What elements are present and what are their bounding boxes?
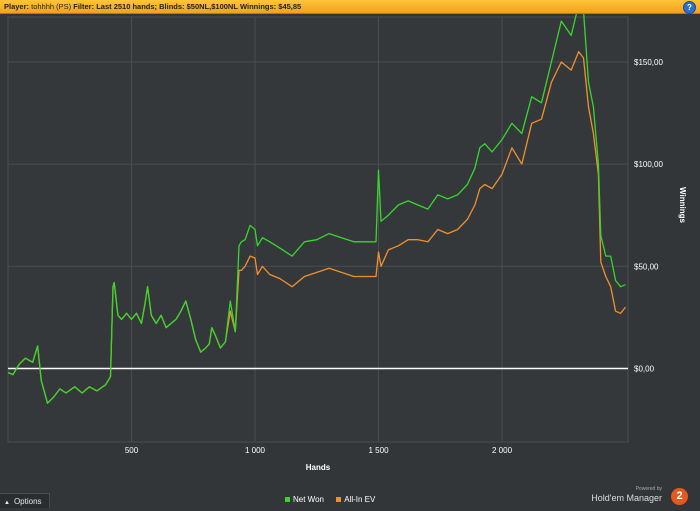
- y-tick-label: $0,00: [634, 364, 655, 373]
- header-bar: Player: tohhhh (PS) Filter: Last 2510 ha…: [0, 0, 700, 14]
- legend-net-won[interactable]: Net Won: [285, 495, 324, 504]
- y-tick-label: $50,00: [634, 262, 659, 271]
- help-icon[interactable]: ?: [683, 1, 696, 14]
- winnings-chart: 500 1 000 1 500 2 000 $0,00 $50,00 $100,00 $150…: [7, 14, 687, 472]
- chart-legend: Net Won All-In EV: [285, 495, 385, 504]
- x-tick-label: 2 000: [492, 446, 513, 455]
- legend-net-won-label: Net Won: [293, 495, 324, 504]
- x-tick-label: 1 500: [369, 446, 390, 455]
- net-won-swatch: [285, 497, 290, 503]
- y-tick-label: $150,00: [634, 58, 663, 67]
- options-button[interactable]: ▲ Options: [0, 493, 50, 508]
- y-axis-label: Winnings: [678, 187, 687, 223]
- brand-name: Hold'em Manager: [591, 493, 662, 503]
- legend-allin-ev[interactable]: All-In EV: [336, 495, 375, 504]
- winnings-value: $45,85: [278, 2, 302, 11]
- options-label: Options: [13, 497, 42, 506]
- plot-area: [7, 16, 629, 443]
- player-label: Player:: [4, 2, 30, 11]
- allin-ev-swatch: [336, 497, 342, 503]
- player-value: tohhhh (PS): [31, 2, 72, 11]
- header-summary: Player: tohhhh (PS) Filter: Last 2510 ha…: [4, 0, 301, 13]
- chevron-up-icon: ▲: [4, 500, 10, 506]
- brand-powered-text: Powered by: [635, 486, 662, 492]
- x-tick-label: 1 000: [245, 446, 266, 455]
- brand-badge-icon: 2: [671, 488, 688, 505]
- filter-value: Last 2510 hands; Blinds: $50NL,$100NL: [96, 2, 238, 11]
- brand-logo: Powered by Hold'em Manager 2: [580, 486, 690, 506]
- y-tick-label: $100,00: [634, 160, 663, 169]
- filter-label: Filter:: [73, 2, 95, 11]
- x-tick-label: 500: [125, 446, 139, 455]
- winnings-label: Winnings:: [240, 2, 277, 11]
- x-axis-label: Hands: [306, 463, 331, 472]
- legend-allin-ev-label: All-In EV: [344, 495, 376, 504]
